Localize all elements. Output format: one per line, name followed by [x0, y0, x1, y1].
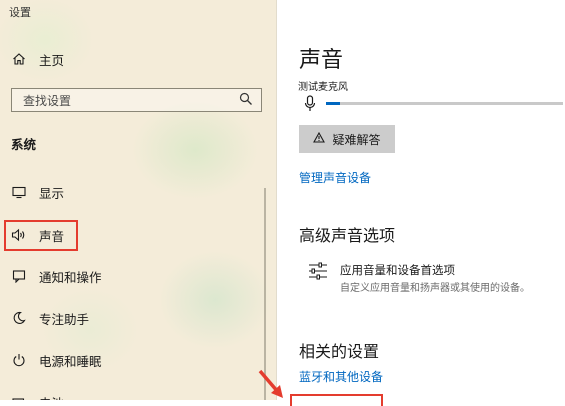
sidebar-item-display[interactable]: 显示: [0, 178, 262, 206]
sidebar-item-focus-assist[interactable]: 专注助手: [0, 304, 262, 332]
left-nav-pane: 设置 主页 查找设置 系统 显示 声音 通知和操作 专注助手 电源和睡眠: [0, 0, 276, 400]
sidebar-item-label: 电源和睡眠: [39, 353, 102, 369]
app-volume-sliders-icon: [308, 262, 328, 284]
section-label-system: 系统: [11, 137, 37, 152]
sidebar-item-battery[interactable]: 电池: [0, 388, 262, 400]
bluetooth-devices-link[interactable]: 蓝牙和其他设备: [299, 368, 383, 385]
mic-test-label: 测试麦克风: [298, 82, 348, 93]
speaker-icon: [11, 227, 27, 243]
nav-home[interactable]: 主页: [0, 45, 262, 73]
window-title: 设置: [9, 6, 31, 19]
sidebar-item-power-sleep[interactable]: 电源和睡眠: [0, 346, 262, 374]
notification-icon: [11, 268, 27, 284]
power-icon: [11, 352, 27, 368]
sidebar-item-label: 专注助手: [39, 311, 90, 327]
warning-icon: [313, 131, 326, 146]
advanced-sound-heading: 高级声音选项: [299, 226, 396, 245]
sidebar-item-label: 电池: [39, 393, 64, 401]
sidebar-item-label: 声音: [39, 228, 65, 244]
mic-level-meter: [326, 102, 563, 105]
display-icon: [11, 184, 27, 200]
search-input[interactable]: 查找设置: [11, 88, 262, 112]
sidebar-item-notifications[interactable]: 通知和操作: [0, 262, 262, 290]
troubleshoot-label: 疑难解答: [332, 132, 381, 147]
page-title: 声音: [299, 48, 344, 73]
search-icon: [239, 91, 253, 110]
search-placeholder: 查找设置: [23, 93, 72, 108]
annotation-arrow-icon: [256, 368, 286, 404]
content-pane: 声音 测试麦克风 疑难解答 管理声音设备 高级声音选项 应用音量和设备首选项 自…: [277, 0, 565, 400]
battery-icon: [11, 394, 27, 400]
home-icon: [11, 51, 27, 67]
nav-home-label: 主页: [39, 52, 65, 68]
app-volume-preferences-title[interactable]: 应用音量和设备首选项: [340, 262, 455, 278]
microphone-icon: [304, 95, 316, 116]
sidebar-item-label: 显示: [39, 185, 65, 201]
mic-level-fill: [326, 102, 341, 105]
manage-sound-devices-link[interactable]: 管理声音设备: [299, 169, 371, 186]
app-volume-preferences-desc: 自定义应用音量和扬声器或其使用的设备。: [340, 283, 530, 294]
moon-icon: [11, 310, 27, 326]
sidebar-item-label: 通知和操作: [39, 269, 102, 285]
related-settings-heading: 相关的设置: [299, 342, 380, 361]
sidebar-item-sound[interactable]: 声音: [0, 221, 262, 249]
troubleshoot-button[interactable]: 疑难解答: [299, 125, 395, 153]
